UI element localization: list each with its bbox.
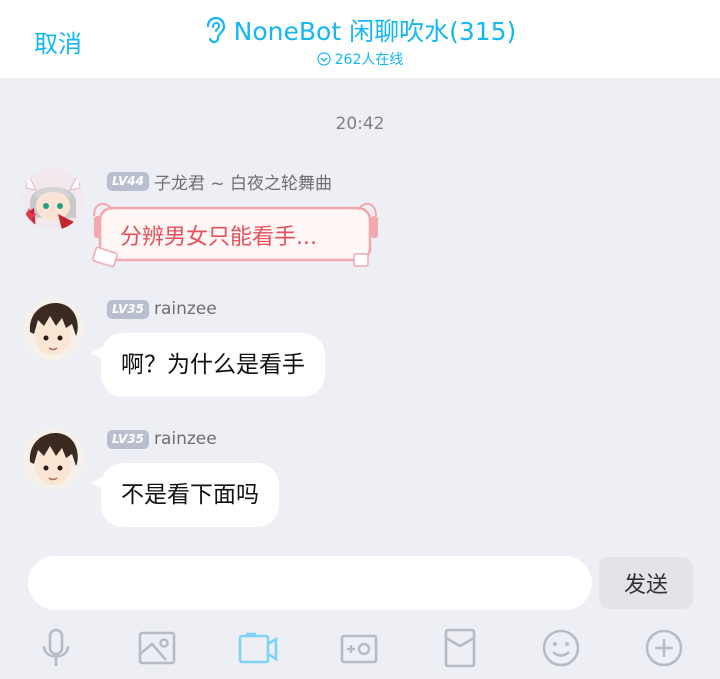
online-count-row[interactable]: 262人在线 (0, 49, 720, 69)
mic-icon[interactable] (32, 624, 80, 672)
bubble-tail (91, 475, 105, 491)
chat-header: 取消 NoneBot 闲聊吹水(315) 262人在线 (0, 0, 720, 78)
emoji-icon[interactable] (537, 624, 585, 672)
sender-name[interactable]: rainzee (154, 299, 217, 319)
sender-name[interactable]: rainzee (154, 429, 217, 449)
chat-title: NoneBot 闲聊吹水(315) (233, 17, 517, 46)
message-bubble[interactable]: 不是看下面吗 (91, 463, 279, 527)
image-icon[interactable] (133, 624, 181, 672)
sender-meta: LV35 rainzee (107, 299, 217, 319)
send-button[interactable]: 发送 (599, 557, 693, 609)
time-divider: 20:42 (335, 114, 385, 134)
plus-icon[interactable] (640, 624, 688, 672)
red-packet-icon[interactable] (436, 624, 484, 672)
bubble-tail (91, 345, 105, 361)
video-icon[interactable] (234, 624, 282, 672)
chevron-down-icon (317, 52, 331, 66)
level-badge: LV44 (107, 172, 149, 191)
message-text: 啊？为什么是看手 (121, 352, 305, 378)
avatar[interactable] (22, 168, 84, 230)
level-badge: LV35 (107, 299, 149, 319)
ear-icon (204, 16, 226, 44)
avatar[interactable] (22, 428, 84, 490)
avatar[interactable] (22, 298, 84, 360)
sender-meta: LV35 rainzee (107, 429, 217, 449)
message-text: 分辨男女只能看手... (120, 225, 317, 250)
input-toolbar (0, 624, 720, 672)
chat-title-row[interactable]: NoneBot 闲聊吹水(315) (0, 12, 720, 48)
online-count: 262人在线 (334, 52, 404, 68)
message-text: 不是看下面吗 (121, 482, 259, 508)
level-badge: LV35 (107, 429, 149, 449)
message-bubble-decorated[interactable]: 分辨男女只能看手... (92, 194, 382, 274)
message-input[interactable] (28, 556, 592, 610)
message-bubble[interactable]: 啊？为什么是看手 (91, 333, 325, 397)
camera-icon[interactable] (335, 624, 383, 672)
sender-meta: LV44 子龙君 ~ 白夜之轮舞曲 (107, 169, 332, 194)
sender-name[interactable]: 子龙君 ~ 白夜之轮舞曲 (154, 169, 332, 194)
